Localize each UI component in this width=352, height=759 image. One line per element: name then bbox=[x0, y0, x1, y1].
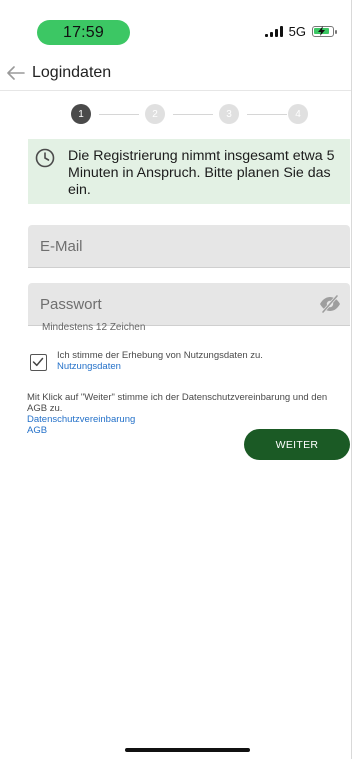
home-indicator bbox=[125, 748, 250, 752]
signal-icon bbox=[264, 26, 283, 37]
password-field[interactable] bbox=[28, 283, 350, 325]
charging-bolt-icon bbox=[318, 26, 325, 36]
legal-text: Mit Klick auf "Weiter" stimme ich der Da… bbox=[27, 392, 328, 414]
page-title: Logindaten bbox=[32, 64, 112, 81]
status-bar: 17:59 5G bbox=[0, 0, 352, 50]
step-connector bbox=[247, 114, 287, 115]
email-field-container bbox=[28, 225, 350, 268]
password-field-container bbox=[28, 283, 350, 326]
usage-data-link[interactable]: Nutzungsdaten bbox=[57, 361, 121, 372]
step-3: 3 bbox=[219, 104, 239, 124]
status-time: 17:59 bbox=[37, 20, 130, 45]
status-indicators: 5G bbox=[264, 24, 337, 39]
email-field[interactable] bbox=[28, 225, 350, 267]
privacy-policy-link[interactable]: Datenschutzvereinbarung bbox=[27, 414, 345, 425]
battery-icon bbox=[312, 26, 337, 37]
info-banner: Die Registrierung nimmt insgesamt etwa 5… bbox=[28, 139, 350, 204]
network-label: 5G bbox=[288, 24, 306, 39]
clock-icon bbox=[35, 148, 55, 168]
step-1: 1 bbox=[71, 104, 91, 124]
checkmark-icon bbox=[32, 357, 44, 367]
header: Logindaten bbox=[0, 56, 352, 91]
progress-stepper: 1 2 3 4 bbox=[71, 104, 311, 126]
arrow-left-icon[interactable] bbox=[2, 59, 30, 87]
consent-text: Ich stimme der Erhebung von Nutzungsdate… bbox=[57, 350, 263, 361]
step-connector bbox=[99, 114, 139, 115]
registration-screen: 17:59 5G Logindaten 1 2 3 4 Die Registri… bbox=[0, 0, 352, 759]
consent-checkbox[interactable] bbox=[30, 354, 47, 371]
consent-label: Ich stimme der Erhebung von Nutzungsdate… bbox=[57, 350, 347, 372]
eye-off-icon[interactable] bbox=[318, 294, 342, 314]
step-4: 4 bbox=[288, 104, 308, 124]
next-button[interactable]: WEITER bbox=[244, 429, 350, 460]
step-2: 2 bbox=[145, 104, 165, 124]
password-helper-text: Mindestens 12 Zeichen bbox=[42, 322, 146, 333]
step-connector bbox=[173, 114, 213, 115]
usage-data-consent: Ich stimme der Erhebung von Nutzungsdate… bbox=[30, 350, 350, 380]
info-text: Die Registrierung nimmt insgesamt etwa 5… bbox=[68, 148, 335, 198]
